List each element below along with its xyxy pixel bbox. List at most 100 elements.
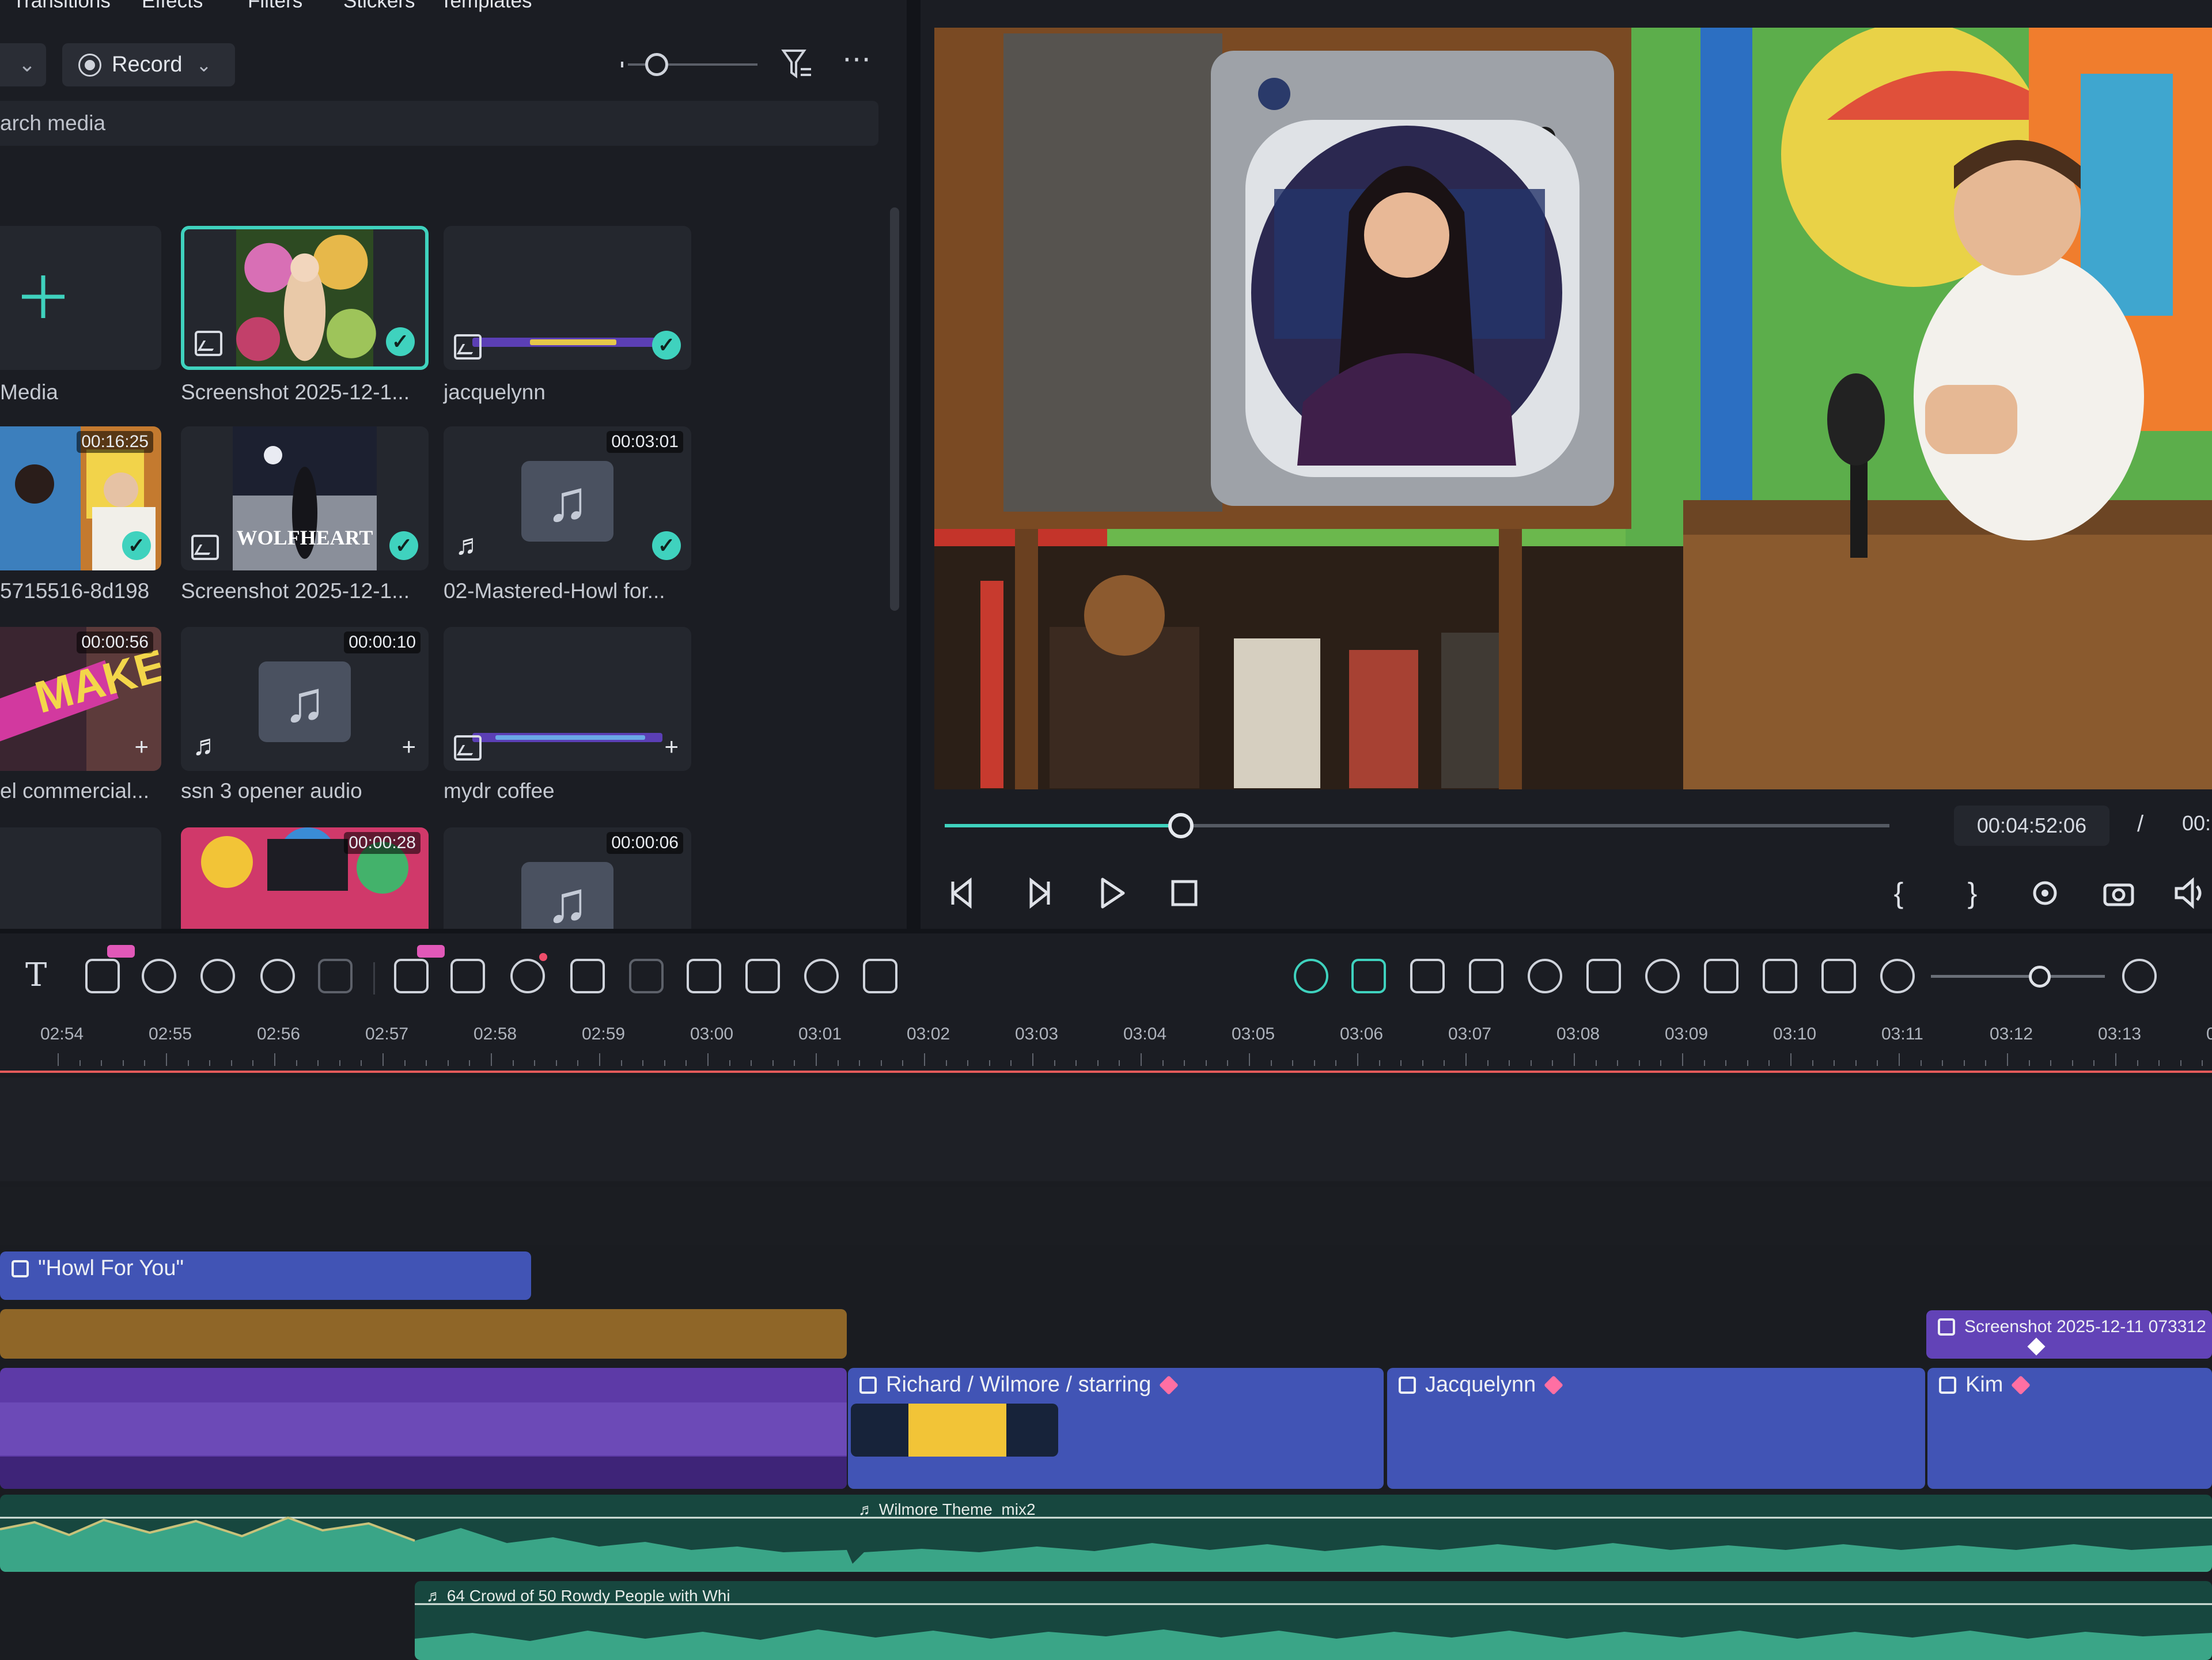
- render-icon[interactable]: [1528, 959, 1562, 993]
- audio-tool-icon[interactable]: [450, 959, 485, 993]
- mask-tool-icon[interactable]: [318, 959, 353, 993]
- media-label: Media: [0, 380, 58, 404]
- audio-mixer-icon[interactable]: [1704, 959, 1738, 993]
- search-input[interactable]: arch media: [0, 101, 878, 146]
- mark-out-icon[interactable]: }: [1954, 875, 1991, 912]
- keyframe-tool-icon[interactable]: [260, 959, 295, 993]
- translate-icon[interactable]: [745, 959, 780, 993]
- tab-stickers[interactable]: Stickers: [343, 0, 415, 13]
- zoom-in-icon[interactable]: [2122, 959, 2157, 993]
- jacquelynn-title-clip[interactable]: Jacquelynn: [1387, 1368, 1925, 1489]
- import-dropdown[interactable]: ⌄: [0, 43, 46, 86]
- ai-audio-icon[interactable]: [510, 959, 545, 993]
- pip-icon[interactable]: [1763, 959, 1797, 993]
- media-scrollbar[interactable]: [890, 207, 899, 611]
- auto-reframe-icon[interactable]: [863, 959, 897, 993]
- snapshot-camera-icon[interactable]: [2100, 875, 2137, 912]
- detach-icon[interactable]: [687, 959, 721, 993]
- ruler-time-label: 02:56: [257, 1024, 301, 1043]
- media-card-video-2[interactable]: 00:00:28: [181, 827, 429, 929]
- ruler-tick: [404, 1060, 406, 1066]
- audio-clip-wilmore[interactable]: ♬ Wilmore Theme_mix2: [0, 1495, 2212, 1572]
- tab-filters[interactable]: Filters: [248, 0, 302, 13]
- settings-gear-icon[interactable]: [2027, 875, 2063, 912]
- title-clip[interactable]: "Howl For You": [0, 1251, 531, 1300]
- timeline-zoom-slider[interactable]: [1931, 966, 2105, 988]
- media-card-mastered-howl[interactable]: 00:03:01 ♫ ♬ ✓: [444, 426, 691, 570]
- video-preview[interactable]: [934, 28, 2212, 789]
- previous-frame-icon[interactable]: [945, 875, 982, 912]
- fit-timeline-icon[interactable]: [1821, 959, 1856, 993]
- media-card-blank[interactable]: [0, 827, 161, 929]
- ruler-tick: [1574, 1053, 1575, 1066]
- volume-icon[interactable]: [2172, 875, 2209, 912]
- text-effect-icon[interactable]: [394, 959, 429, 993]
- media-card-jacquelynn[interactable]: ✓: [444, 226, 691, 370]
- mark-in-icon[interactable]: {: [1880, 875, 1917, 912]
- play-icon[interactable]: [1093, 875, 1130, 912]
- image-icon: [191, 535, 219, 560]
- zoom-knob[interactable]: [2029, 966, 2051, 988]
- ruler-tick: [1834, 1060, 1835, 1066]
- record-button[interactable]: Record ⌄: [62, 43, 235, 86]
- media-card-mydr-coffee[interactable]: +: [444, 627, 691, 771]
- ruler-tick: [79, 1060, 81, 1066]
- filter-icon[interactable]: [781, 47, 813, 82]
- thumbnail-size-slider[interactable]: [621, 53, 757, 76]
- zoom-out-icon[interactable]: [1880, 959, 1915, 993]
- playhead-knob[interactable]: [1168, 813, 1194, 838]
- ruler-tick: [1141, 1053, 1142, 1066]
- ruler-tick: [209, 1060, 211, 1066]
- media-card-opener-audio[interactable]: 00:00:10 ♫ ♬ +: [181, 627, 429, 771]
- ruler-tick: [1638, 1060, 1640, 1066]
- playback-progress-bar[interactable]: [945, 813, 1889, 838]
- split-icon[interactable]: [1410, 959, 1445, 993]
- audio-clip-crowd[interactable]: ♬ 64 Crowd of 50 Rowdy People with Whi: [415, 1581, 2212, 1660]
- slider-knob[interactable]: [645, 53, 668, 76]
- add-icon[interactable]: +: [134, 733, 149, 761]
- video-clip[interactable]: [0, 1368, 847, 1489]
- screenshot-clip[interactable]: Screenshot 2025-12-11 073312: [1926, 1310, 2212, 1359]
- stabilize-icon[interactable]: [629, 959, 664, 993]
- sticker-icon[interactable]: [1469, 959, 1503, 993]
- add-icon[interactable]: +: [664, 733, 679, 761]
- tab-transitions[interactable]: Transitions: [13, 0, 111, 13]
- ruler-time-label: 02:57: [365, 1024, 409, 1043]
- timeline-ruler[interactable]: [0, 1014, 2212, 1072]
- text-tool-icon[interactable]: T: [25, 956, 47, 994]
- kim-title-clip[interactable]: Kim: [1927, 1368, 2212, 1489]
- add-icon[interactable]: +: [402, 733, 416, 761]
- ruler-tick: [1617, 1060, 1619, 1066]
- smart-cutout-icon[interactable]: [570, 959, 605, 993]
- media-card-video-1[interactable]: 00:16:25 ✓: [0, 426, 161, 570]
- crop-tool-icon[interactable]: [85, 959, 120, 993]
- media-label: 5715516-8d198: [0, 579, 150, 603]
- import-media-card[interactable]: [0, 226, 161, 370]
- in-use-check-icon: ✓: [122, 531, 151, 560]
- media-card-screenshot-1[interactable]: ✓: [181, 226, 429, 370]
- next-frame-icon[interactable]: [1020, 875, 1056, 912]
- stop-icon[interactable]: [1166, 875, 1203, 912]
- richard-title-clip[interactable]: Richard / Wilmore / starring: [848, 1368, 1384, 1489]
- media-card-commercial[interactable]: MAKE YOUR TV 00:00:56 +: [0, 627, 161, 771]
- speed-timer-icon[interactable]: [200, 959, 235, 993]
- media-card-audio-3[interactable]: 00:00:06 ♫: [444, 827, 691, 929]
- adjustment-clip[interactable]: [0, 1309, 847, 1359]
- tab-effects[interactable]: Effects: [142, 0, 203, 13]
- ruler-tick: [447, 1060, 449, 1066]
- shield-icon[interactable]: [1586, 959, 1621, 993]
- ruler-time-label: 03:10: [1773, 1024, 1817, 1043]
- ruler-tick: [2115, 1053, 2116, 1066]
- empty-track: [0, 1187, 2212, 1245]
- keyframe-marker[interactable]: [2027, 1337, 2046, 1356]
- rotate-tool-icon[interactable]: [142, 959, 176, 993]
- color-palette-icon[interactable]: [804, 959, 839, 993]
- ai-copilot-icon[interactable]: [1294, 959, 1328, 993]
- microphone-icon[interactable]: [1645, 959, 1680, 993]
- magnetic-snap-icon[interactable]: [1351, 959, 1386, 993]
- media-card-screenshot-2[interactable]: WOLFHEART ✓: [181, 426, 429, 570]
- media-label: Screenshot 2025-12-1...: [181, 579, 410, 603]
- tab-templates[interactable]: Templates: [440, 0, 532, 13]
- more-options-icon[interactable]: ⋯: [840, 44, 874, 82]
- ruler-tick: [1790, 1053, 1791, 1066]
